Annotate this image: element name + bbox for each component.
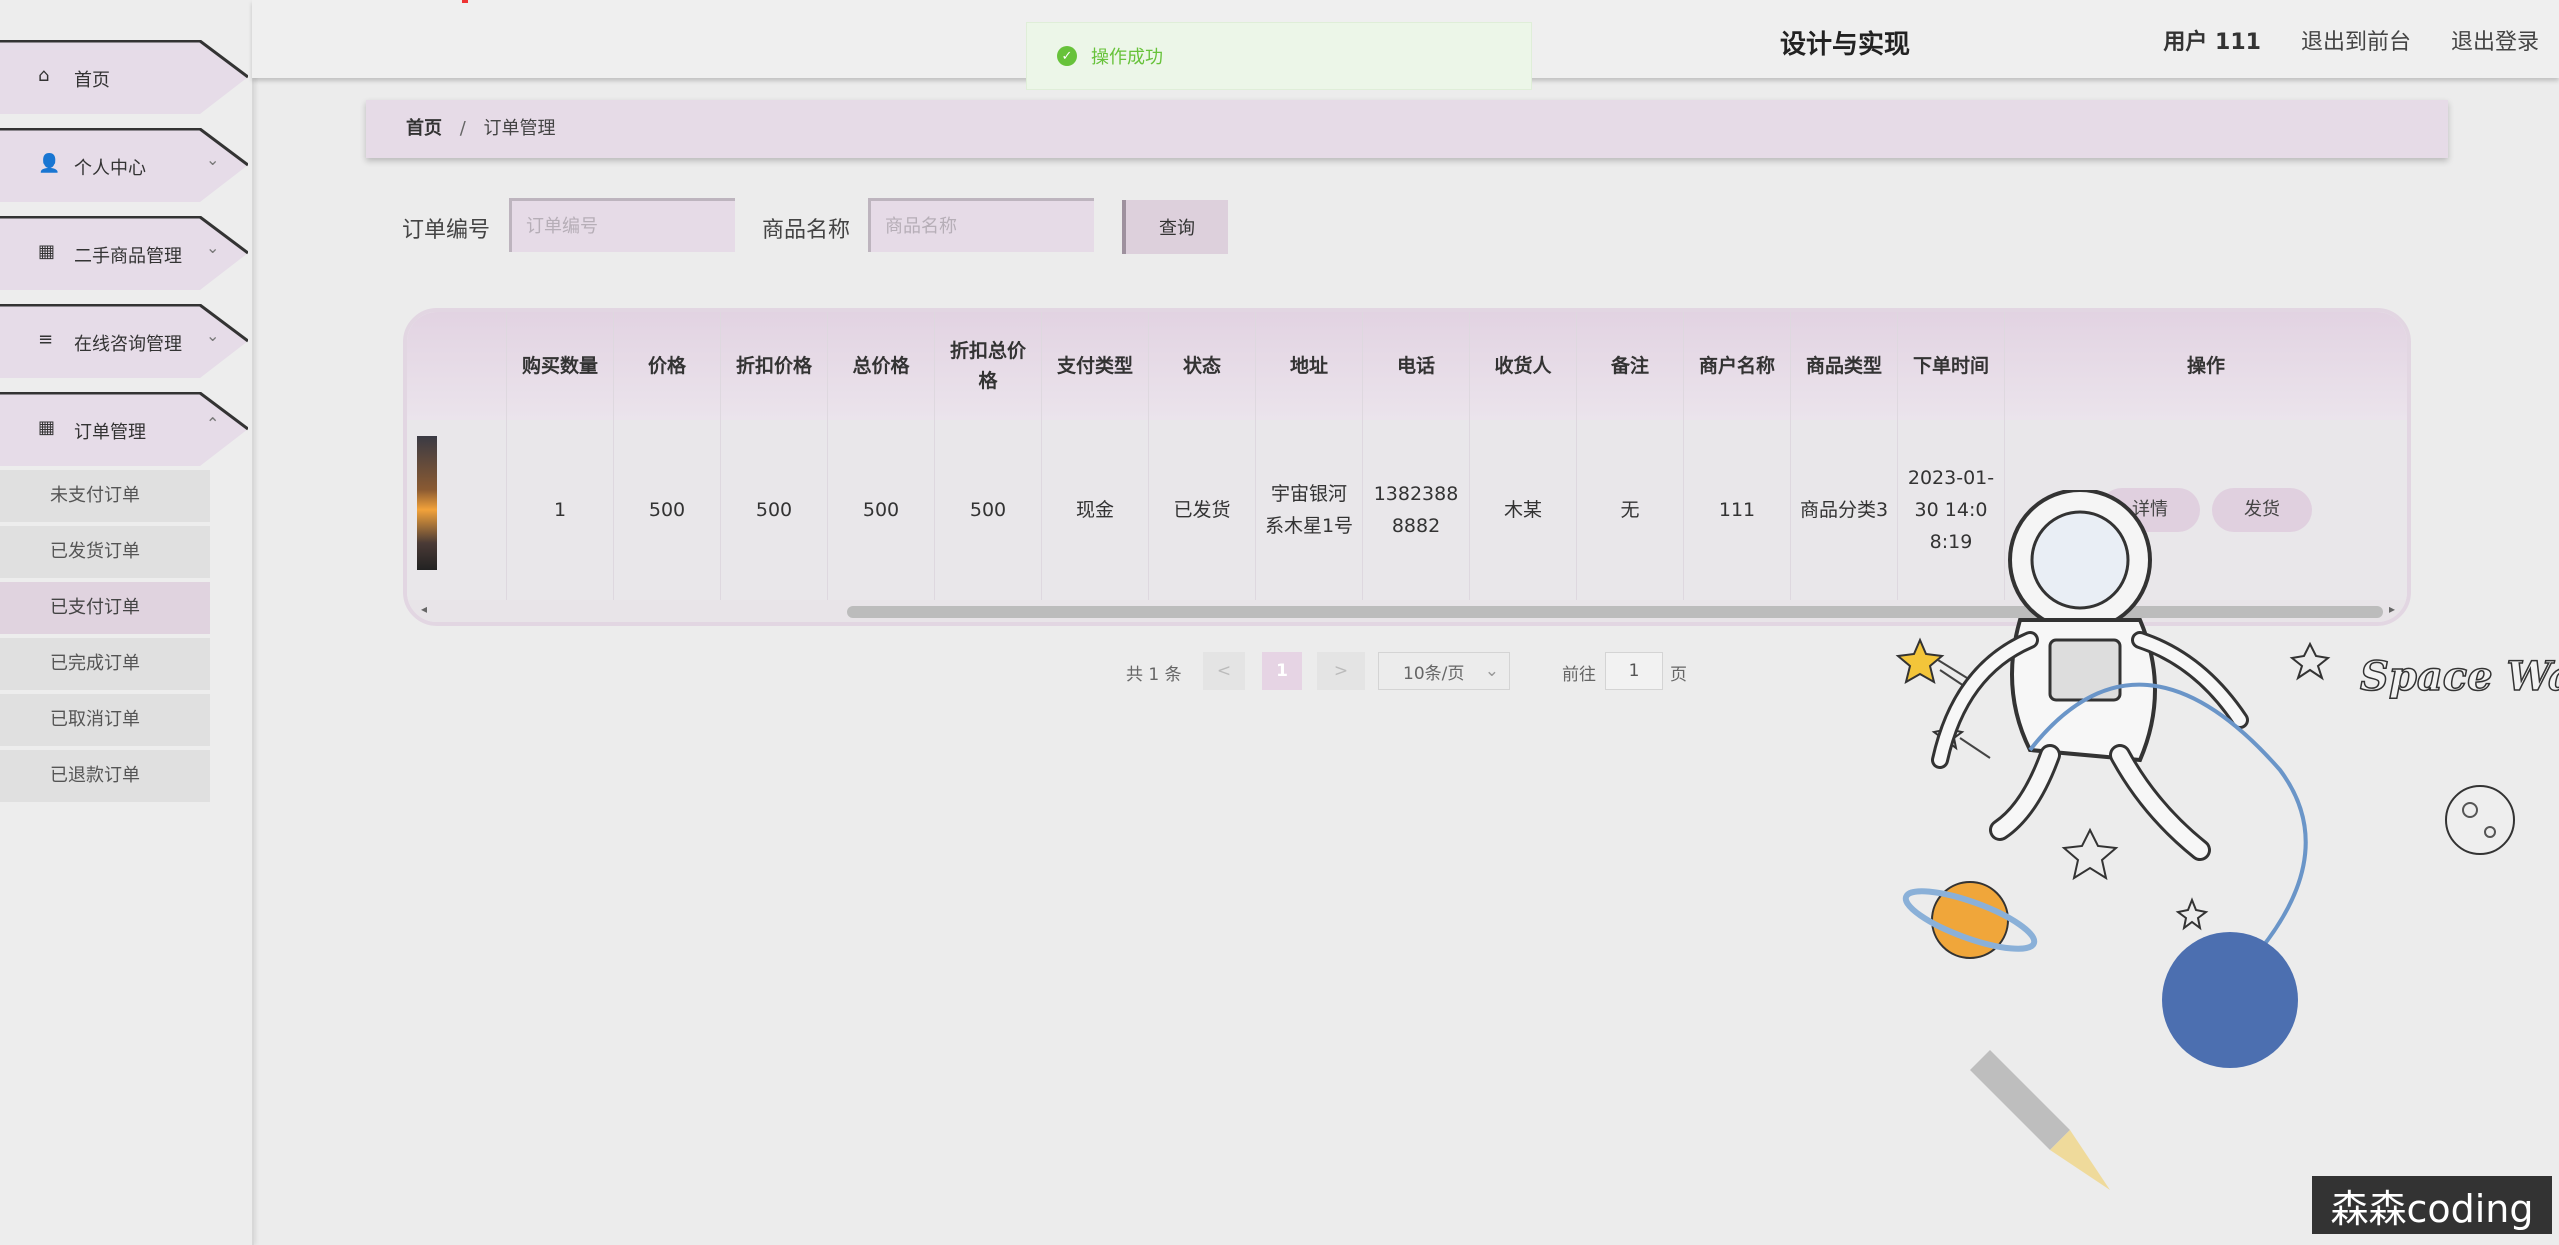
- check-circle-icon: ✓: [1057, 46, 1077, 66]
- scroll-left-icon[interactable]: ◂: [421, 602, 427, 616]
- header-cell: 价格: [614, 312, 721, 420]
- to-front-link[interactable]: 退出到前台: [2301, 24, 2411, 56]
- chevron-down-icon: ⌄: [1484, 661, 1499, 681]
- grid-icon: ▦: [38, 417, 56, 438]
- header-cell: 总价格: [828, 312, 935, 420]
- sidebar-sub-shipped[interactable]: 已发货订单: [0, 526, 210, 578]
- cell-phone: 13823888882: [1363, 420, 1470, 600]
- logout-link[interactable]: 退出登录: [2451, 24, 2539, 56]
- sidebar-item-orders[interactable]: ▦ 订单管理 ⌃: [0, 392, 248, 466]
- header-cell: 状态: [1149, 312, 1256, 420]
- header-cell: 电话: [1363, 312, 1470, 420]
- header-cell: 折扣总价格: [935, 312, 1042, 420]
- query-button[interactable]: 查询: [1122, 200, 1228, 254]
- chevron-down-icon: ⌄: [206, 238, 220, 257]
- header-cell: 下单时间: [1898, 312, 2005, 420]
- sidebar-item-label: 首页: [74, 70, 110, 91]
- cell-price: 500: [614, 420, 721, 600]
- page-unit-label: 页: [1670, 664, 1687, 685]
- page-size-select[interactable]: 10条/页 ⌄: [1378, 652, 1510, 690]
- user-name: 用户 111: [2163, 30, 2261, 55]
- astronaut-illustration: Space Walk: [1895, 490, 2559, 1190]
- cell-address: 宇宙银河系木星1号: [1256, 420, 1363, 600]
- breadcrumb: 首页 / 订单管理: [366, 100, 2448, 158]
- goto-label: 前往: [1562, 664, 1596, 685]
- breadcrumb-home[interactable]: 首页: [406, 118, 442, 139]
- breadcrumb-separator: /: [459, 118, 466, 139]
- toast-message: 操作成功: [1091, 47, 1163, 68]
- page-title: 设计与实现: [1780, 30, 1911, 60]
- order-no-label: 订单编号: [402, 218, 491, 243]
- cell-remark: 无: [1577, 420, 1684, 600]
- header-cell-image: [407, 312, 507, 420]
- header-cell: 支付类型: [1042, 312, 1149, 420]
- sidebar-item-profile[interactable]: 👤 个人中心 ⌄: [0, 128, 248, 202]
- breadcrumb-current: 订单管理: [483, 118, 556, 139]
- sidebar-item-consult[interactable]: ≡ 在线咨询管理 ⌄: [0, 304, 248, 378]
- sidebar-sub-refunded[interactable]: 已退款订单: [0, 750, 210, 802]
- header-cell: 商户名称: [1684, 312, 1791, 420]
- next-page-button[interactable]: >: [1317, 652, 1365, 690]
- product-name-label: 商品名称: [762, 218, 851, 243]
- cell-pay-type: 现金: [1042, 420, 1149, 600]
- cell-total: 500: [828, 420, 935, 600]
- header-actions: 用户 111 退出到前台 退出登录: [2163, 24, 2539, 56]
- success-toast: ✓ 操作成功: [1026, 22, 1532, 90]
- sidebar-item-label: 二手商品管理: [74, 246, 182, 267]
- grid-icon: ▦: [38, 241, 56, 262]
- sidebar-item-label: 订单管理: [74, 422, 146, 443]
- red-mark: [462, 0, 468, 3]
- sidebar: ⌂ 首页 👤 个人中心 ⌄ ▦ 二手商品管理 ⌄ ≡ 在线咨询管理 ⌄ ▦ 订单…: [0, 0, 254, 1245]
- header-cell: 收货人: [1470, 312, 1577, 420]
- watermark: 森森coding: [2312, 1176, 2552, 1234]
- user-icon: 👤: [38, 153, 61, 174]
- cell-status: 已发货: [1149, 420, 1256, 600]
- cell-discount-total: 500: [935, 420, 1042, 600]
- sidebar-item-label: 个人中心: [74, 158, 146, 179]
- home-icon: ⌂: [38, 65, 50, 86]
- chevron-down-icon: ⌄: [206, 326, 220, 345]
- header-cell: 商品类型: [1791, 312, 1898, 420]
- cell-qty: 1: [507, 420, 614, 600]
- pagination-total: 共 1 条: [1126, 664, 1182, 685]
- cell-merchant: 111: [1684, 420, 1791, 600]
- goto-page-input[interactable]: 1: [1605, 652, 1663, 690]
- cell-receiver: 木某: [1470, 420, 1577, 600]
- sidebar-item-products[interactable]: ▦ 二手商品管理 ⌄: [0, 216, 248, 290]
- page-number-current[interactable]: 1: [1262, 652, 1302, 690]
- sidebar-sub-cancelled[interactable]: 已取消订单: [0, 694, 210, 746]
- prev-page-button[interactable]: <: [1203, 652, 1245, 690]
- sidebar-sub-completed[interactable]: 已完成订单: [0, 638, 210, 690]
- header-cell: 操作: [2186, 355, 2225, 377]
- chevron-down-icon: ⌄: [206, 150, 220, 169]
- sidebar-sub-unpaid[interactable]: 未支付订单: [0, 470, 210, 522]
- sidebar-item-label: 在线咨询管理: [74, 334, 182, 355]
- chevron-up-icon: ⌃: [206, 414, 220, 433]
- page-size-value: 10条/页: [1403, 663, 1465, 684]
- table-header: 购买数量 价格 折扣价格 总价格 折扣总价格 支付类型 状态 地址 电话 收货人…: [407, 312, 2407, 420]
- header-cell: 折扣价格: [721, 312, 828, 420]
- cell-discount-price: 500: [721, 420, 828, 600]
- product-name-input[interactable]: [868, 198, 1094, 252]
- space-walk-text: Space Walk: [2360, 653, 2559, 700]
- header-cell: 地址: [1256, 312, 1363, 420]
- list-icon: ≡: [38, 329, 54, 350]
- order-no-input[interactable]: [509, 198, 735, 252]
- header-cell: 购买数量: [507, 312, 614, 420]
- product-thumbnail[interactable]: [417, 436, 437, 570]
- header-cell: 备注: [1577, 312, 1684, 420]
- sidebar-sub-paid[interactable]: 已支付订单: [0, 582, 210, 634]
- sidebar-item-home[interactable]: ⌂ 首页: [0, 40, 248, 114]
